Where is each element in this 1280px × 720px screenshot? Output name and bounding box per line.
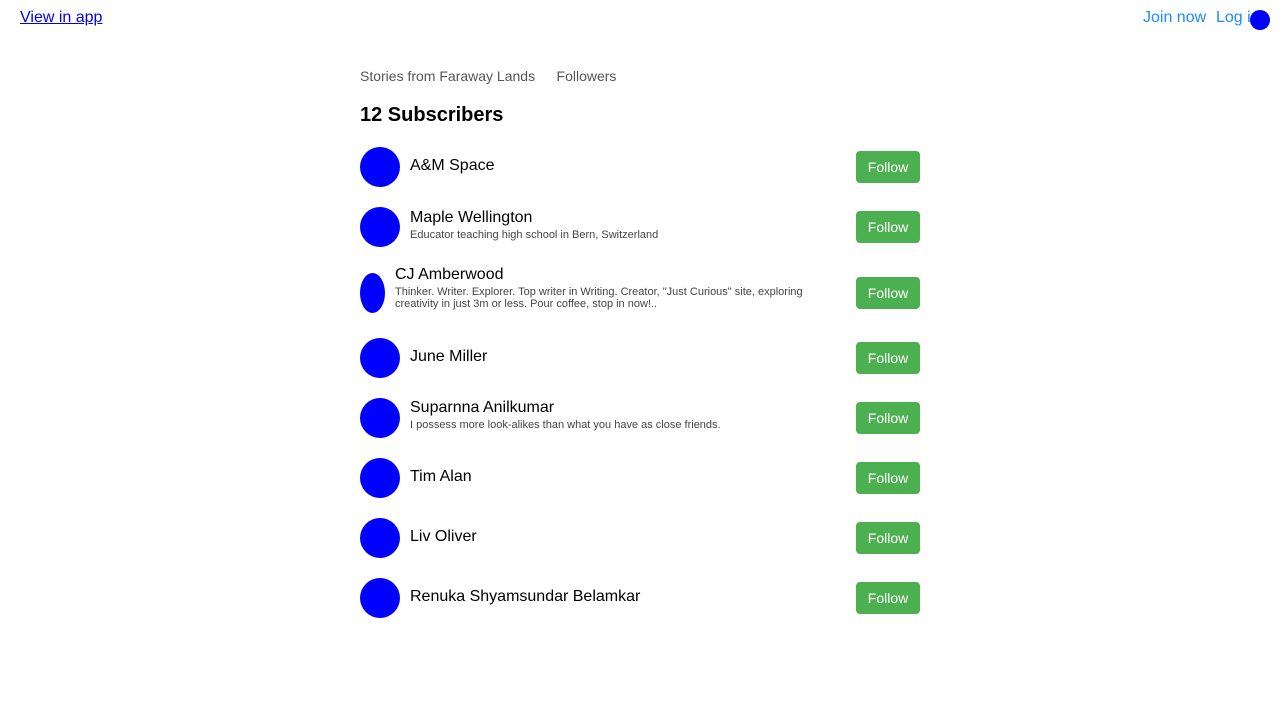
subscriber-name[interactable]: Maple Wellington — [410, 209, 846, 227]
subscriber-name[interactable]: CJ Amberwood — [395, 266, 846, 284]
subscriber-info: Tim Alan — [410, 468, 846, 486]
follow-button[interactable]: Follow — [856, 151, 920, 183]
avatar[interactable] — [360, 578, 400, 618]
subscriber-info: CJ Amberwood Thinker. Writer. Explorer. … — [395, 266, 846, 310]
follow-button[interactable]: Follow — [856, 462, 920, 494]
subscriber-name[interactable]: A&M Space — [410, 157, 846, 175]
subscriber-name[interactable]: Liv Oliver — [410, 528, 846, 546]
nav-item-publication[interactable]: Stories from Faraway Lands — [360, 68, 535, 84]
follow-button[interactable]: Follow — [856, 211, 920, 243]
view-in-app-link[interactable]: View in app — [20, 8, 102, 28]
subscriber-info: Renuka Shyamsundar Belamkar — [410, 588, 846, 606]
list-item: June Miller Follow — [360, 338, 920, 378]
nav-item-followers[interactable]: Followers — [557, 68, 617, 84]
avatar[interactable] — [360, 338, 400, 378]
list-item: CJ Amberwood Thinker. Writer. Explorer. … — [360, 266, 920, 320]
subscriber-info: Suparnna Anilkumar I possess more look-a… — [410, 399, 846, 431]
list-item: Liv Oliver Follow — [360, 518, 920, 558]
avatar[interactable] — [360, 458, 400, 498]
avatar[interactable] — [360, 398, 400, 438]
list-item: Suparnna Anilkumar I possess more look-a… — [360, 398, 920, 438]
avatar-icon[interactable] — [1250, 10, 1270, 30]
list-item: Maple Wellington Educator teaching high … — [360, 207, 920, 247]
subscriber-bio: I possess more look-alikes than what you… — [410, 419, 721, 431]
subscriber-name[interactable]: Suparnna Anilkumar — [410, 399, 846, 417]
page-title: 12 Subscribers — [360, 104, 504, 126]
avatar[interactable] — [360, 207, 400, 247]
breadcrumb: Stories from Faraway Lands Followers — [360, 68, 633, 84]
subscriber-info: A&M Space — [410, 157, 846, 175]
subscriber-info: Maple Wellington Educator teaching high … — [410, 209, 846, 241]
follow-button[interactable]: Follow — [856, 342, 920, 374]
subscriber-name[interactable]: Tim Alan — [410, 468, 846, 486]
avatar[interactable] — [360, 147, 400, 187]
join-now-link[interactable]: Join now — [1143, 8, 1206, 28]
list-item: Renuka Shyamsundar Belamkar Follow — [360, 578, 920, 618]
subscriber-name[interactable]: Renuka Shyamsundar Belamkar — [410, 588, 846, 606]
follow-button[interactable]: Follow — [856, 582, 920, 614]
avatar[interactable] — [360, 273, 385, 313]
follow-button[interactable]: Follow — [856, 522, 920, 554]
list-item: Tim Alan Follow — [360, 458, 920, 498]
subscriber-bio: Thinker. Writer. Explorer. Top writer in… — [395, 286, 803, 310]
subscriber-bio: Educator teaching high school in Bern, S… — [410, 229, 659, 241]
list-item: A&M Space Follow — [360, 147, 920, 187]
top-bar: View in app Join now Log in — [0, 0, 1280, 40]
subscriber-name[interactable]: June Miller — [410, 348, 846, 366]
follow-button[interactable]: Follow — [856, 277, 920, 309]
follow-button[interactable]: Follow — [856, 402, 920, 434]
subscriber-info: Liv Oliver — [410, 528, 846, 546]
avatar[interactable] — [360, 518, 400, 558]
subscriber-info: June Miller — [410, 348, 846, 366]
